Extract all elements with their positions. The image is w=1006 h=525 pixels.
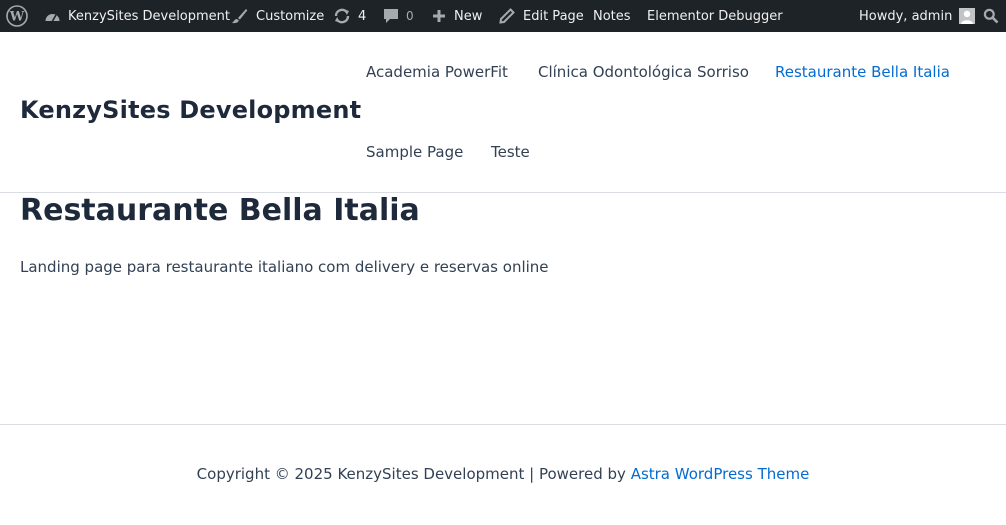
- elementor-debugger-label: Elementor Debugger: [647, 8, 783, 24]
- nav-item-restaurante-bella-italia[interactable]: Restaurante Bella Italia: [775, 63, 950, 81]
- updates-icon: [333, 7, 351, 25]
- customize-label: Customize: [256, 8, 325, 24]
- comment-bubble-icon: [383, 8, 399, 24]
- astra-theme-link[interactable]: Astra WordPress Theme: [631, 465, 810, 483]
- search-icon[interactable]: [983, 0, 999, 32]
- admin-bar: W KenzySites Development Customize 4 0 N…: [0, 0, 1006, 32]
- nav-item-clinica-odontologica-sorriso[interactable]: Clínica Odontológica Sorriso: [538, 63, 749, 81]
- pencil-icon: [499, 8, 515, 24]
- svg-text:W: W: [9, 10, 25, 25]
- paintbrush-icon: [231, 8, 248, 24]
- plus-icon: [432, 9, 446, 23]
- comments-count: 0: [406, 9, 414, 23]
- copyright-text: Copyright © 2025 KenzySites Development …: [196, 465, 631, 483]
- updates-count: 4: [358, 8, 367, 24]
- comments-link[interactable]: 0: [383, 0, 414, 32]
- elementor-debugger-link[interactable]: Elementor Debugger: [647, 0, 783, 32]
- site-name-menu[interactable]: KenzySites Development: [44, 0, 230, 32]
- notes-link[interactable]: Notes: [593, 0, 631, 32]
- nav-item-sample-page[interactable]: Sample Page: [366, 143, 463, 161]
- nav-item-academia-powerfit[interactable]: Academia PowerFit: [366, 63, 508, 81]
- page-description: Landing page para restaurante italiano c…: [20, 258, 549, 276]
- customize-link[interactable]: Customize: [231, 0, 324, 32]
- edit-page-label: Edit Page: [523, 8, 584, 24]
- new-label: New: [454, 8, 483, 24]
- wordpress-logo-icon[interactable]: W: [6, 0, 28, 32]
- my-account-menu[interactable]: Howdy, admin: [859, 0, 976, 32]
- footer-divider: [0, 424, 1006, 425]
- dashboard-icon: [44, 9, 61, 23]
- updates-link[interactable]: 4: [333, 0, 366, 32]
- nav-item-teste[interactable]: Teste: [491, 143, 530, 161]
- howdy-label: Howdy, admin: [859, 8, 953, 24]
- edit-page-link[interactable]: Edit Page: [499, 0, 584, 32]
- site-name-label: KenzySites Development: [68, 8, 231, 24]
- notes-label: Notes: [593, 8, 631, 24]
- site-title[interactable]: KenzySites Development: [20, 96, 361, 124]
- page-title: Restaurante Bella Italia: [20, 193, 420, 228]
- avatar: [959, 8, 976, 24]
- footer-copyright: Copyright © 2025 KenzySites Development …: [0, 465, 1006, 483]
- new-content-menu[interactable]: New: [432, 0, 482, 32]
